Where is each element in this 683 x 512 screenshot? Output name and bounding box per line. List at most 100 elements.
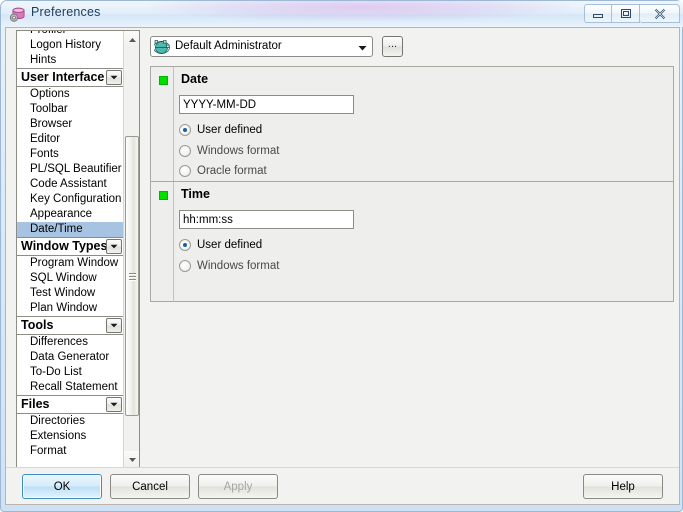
- time-section-title: Time: [181, 187, 210, 201]
- radio-icon: [179, 164, 191, 177]
- sidebar-item-label: Test Window: [30, 287, 96, 299]
- sidebar-item-label: SQL Window: [30, 272, 97, 284]
- title-bar: Preferences: [1, 1, 683, 27]
- sidebar-item-profiler[interactable]: Profiler: [17, 30, 124, 38]
- radio-icon: [179, 123, 191, 136]
- sidebar-item-label: Format: [30, 445, 67, 457]
- sidebar-item-extensions[interactable]: Extensions: [17, 429, 124, 444]
- sidebar-group-tools[interactable]: Tools: [17, 316, 124, 335]
- close-button[interactable]: [640, 4, 680, 23]
- sidebar-group-files[interactable]: Files: [17, 395, 124, 414]
- date-option-user-defined[interactable]: User defined: [179, 121, 262, 138]
- sidebar-group-window-types[interactable]: Window Types: [17, 237, 124, 256]
- sidebar-item-label: Directories: [30, 415, 85, 427]
- sidebar-item-code-assistant[interactable]: Code Assistant: [17, 177, 124, 192]
- sidebar-item-format[interactable]: Format: [17, 444, 124, 459]
- chevron-down-icon[interactable]: [106, 318, 122, 333]
- sidebar-item-label: Profiler: [30, 30, 67, 36]
- sidebar-item-sql-window[interactable]: SQL Window: [17, 271, 124, 286]
- profile-manage-button[interactable]: ...: [382, 36, 403, 57]
- option-label: Oracle format: [197, 164, 267, 177]
- sidebar-item-hints[interactable]: Hints: [17, 53, 124, 68]
- sidebar-item-label: Appearance: [30, 208, 93, 220]
- datetime-settings-group: Date User defined Windows format Oracle …: [150, 66, 674, 302]
- window-controls: [584, 4, 680, 23]
- preferences-category-tree[interactable]: Profiler Logon History Hints User Interface…: [16, 30, 140, 469]
- time-format-input[interactable]: [179, 210, 354, 229]
- chevron-down-icon[interactable]: [106, 239, 122, 254]
- maximize-icon: [620, 9, 631, 18]
- chevron-down-icon[interactable]: [358, 45, 367, 51]
- preferences-window: Preferences Profiler Logon History Hints…: [0, 0, 683, 512]
- sidebar-item-date-time[interactable]: Date/Time: [17, 222, 124, 237]
- sidebar-item-data-generator[interactable]: Data Generator: [17, 350, 124, 365]
- time-section: Time User defined Windows format: [151, 182, 673, 302]
- date-section: Date User defined Windows format Oracle …: [151, 67, 673, 182]
- database-gear-icon: [9, 7, 25, 22]
- help-button[interactable]: Help: [583, 474, 663, 499]
- option-label: User defined: [197, 123, 263, 136]
- time-option-user-defined[interactable]: User defined: [179, 236, 262, 253]
- ok-button[interactable]: OK: [22, 474, 102, 499]
- minimize-button[interactable]: [584, 4, 612, 23]
- apply-button: Apply: [198, 474, 278, 499]
- sidebar-item-program-window[interactable]: Program Window: [17, 256, 124, 271]
- maximize-button[interactable]: [612, 4, 640, 23]
- time-status-indicator: [159, 191, 168, 200]
- sidebar-item-editor[interactable]: Editor: [17, 132, 124, 147]
- radio-icon: [179, 144, 191, 157]
- sidebar-item-label: Data Generator: [30, 351, 110, 363]
- sidebar-group-label: Window Types: [21, 239, 108, 253]
- date-section-title: Date: [181, 72, 209, 86]
- sidebar-item-differences[interactable]: Differences: [17, 335, 124, 350]
- scrollbar-thumb[interactable]: [125, 136, 139, 416]
- sidebar-item-logon-history[interactable]: Logon History: [17, 38, 124, 53]
- radio-icon: [179, 238, 191, 251]
- radio-icon: [179, 259, 191, 272]
- sidebar-item-test-window[interactable]: Test Window: [17, 286, 124, 301]
- sidebar-item-recall-statement[interactable]: Recall Statement: [17, 380, 124, 395]
- sidebar-item-key-configuration[interactable]: Key Configuration: [17, 192, 124, 207]
- time-option-windows-format[interactable]: Windows format: [179, 257, 279, 274]
- sidebar-item-directories[interactable]: Directories: [17, 414, 124, 429]
- title-bar-glow: [151, 1, 571, 21]
- sidebar-item-label: Editor: [30, 133, 61, 145]
- option-label: Windows format: [197, 259, 280, 272]
- sidebar-item-to-do-list[interactable]: To-Do List: [17, 365, 124, 380]
- date-option-windows-format[interactable]: Windows format: [179, 142, 279, 159]
- scroll-up-button[interactable]: [124, 31, 139, 48]
- sidebar-item-browser[interactable]: Browser: [17, 117, 124, 132]
- sidebar-group-user-interface[interactable]: User Interface: [17, 68, 124, 87]
- sidebar-item-pl-sql-beautifier[interactable]: PL/SQL Beautifier: [17, 162, 124, 177]
- date-option-oracle-format[interactable]: Oracle format: [179, 162, 267, 179]
- sidebar-item-plan-window[interactable]: Plan Window: [17, 301, 124, 316]
- sidebar-item-label: Program Window: [30, 257, 119, 269]
- sidebar-group-label: User Interface: [21, 70, 105, 84]
- sidebar-item-label: Toolbar: [30, 103, 68, 115]
- chevron-down-icon[interactable]: [106, 397, 122, 412]
- sidebar-group-label: Tools: [21, 318, 54, 332]
- option-label: Windows format: [197, 144, 280, 157]
- sidebar-item-options[interactable]: Options: [17, 87, 124, 102]
- sidebar-item-label: Recall Statement: [30, 381, 118, 393]
- dialog-client-area: Profiler Logon History Hints User Interface…: [5, 27, 680, 505]
- sidebar-item-fonts[interactable]: Fonts: [17, 147, 124, 162]
- sidebar-item-label: Hints: [30, 54, 57, 66]
- sidebar-item-toolbar[interactable]: Toolbar: [17, 102, 124, 117]
- time-section-divider: [173, 182, 174, 302]
- sidebar-item-label: Plan Window: [30, 302, 98, 314]
- scroll-down-icon: [128, 457, 136, 462]
- sidebar-item-appearance[interactable]: Appearance: [17, 207, 124, 222]
- chevron-down-icon[interactable]: [106, 70, 122, 85]
- window-title: Preferences: [31, 5, 101, 19]
- scroll-down-button[interactable]: [124, 451, 139, 468]
- date-format-input[interactable]: [179, 95, 354, 114]
- sidebar-group-label: Files: [21, 397, 50, 411]
- profile-select[interactable]: Default Administrator: [150, 36, 373, 57]
- sidebar-item-label: Fonts: [30, 148, 59, 160]
- category-list: Profiler Logon History Hints User Interface…: [17, 30, 124, 459]
- sidebar-scrollbar[interactable]: [123, 31, 139, 468]
- cancel-button[interactable]: Cancel: [110, 474, 190, 499]
- sidebar-item-label: Logon History: [30, 39, 101, 51]
- sidebar-item-label: Options: [30, 88, 70, 100]
